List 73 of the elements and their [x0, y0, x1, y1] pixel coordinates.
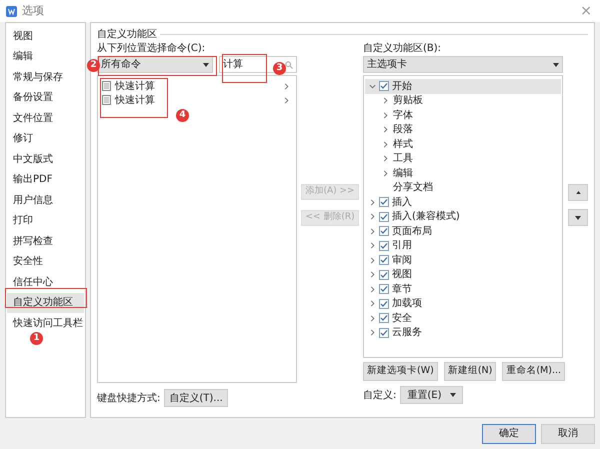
highlight-frame	[100, 78, 168, 118]
tree-item[interactable]: 章节	[365, 282, 561, 296]
caret-icon	[450, 393, 456, 397]
checkbox[interactable]	[379, 81, 389, 92]
checkbox[interactable]	[379, 255, 389, 266]
section-title: 自定义功能区	[97, 28, 157, 42]
window-title: 选项	[22, 2, 44, 19]
sidebar-item[interactable]: 输出PDF	[7, 170, 84, 190]
sidebar-item[interactable]: 编辑	[7, 46, 84, 67]
checkbox[interactable]	[379, 328, 389, 338]
field-label: 自定义功能区(B):	[363, 43, 442, 55]
tree-item[interactable]: 分享文档	[365, 180, 561, 195]
tree-item[interactable]: 插入	[365, 195, 561, 210]
checkbox[interactable]	[379, 240, 389, 251]
search-icon	[285, 60, 293, 68]
tree-item[interactable]: 审阅	[365, 253, 561, 268]
tree-item[interactable]: 视图	[365, 268, 561, 282]
sidebar-item[interactable]: 打印	[7, 210, 84, 231]
checkbox[interactable]	[379, 212, 389, 222]
sidebar-item[interactable]: 常规与保存	[7, 67, 84, 88]
source-dropdown[interactable]: 所有命令	[97, 56, 213, 73]
sidebar-item[interactable]: 文件位置	[7, 108, 84, 128]
tree-item[interactable]: 剪贴板	[365, 94, 561, 108]
caret-icon	[575, 216, 581, 220]
caret-icon	[553, 62, 559, 66]
chevron-down-icon[interactable]	[369, 82, 376, 90]
ribbon-dropdown[interactable]: 主选项卡	[363, 56, 563, 73]
checkbox[interactable]	[379, 226, 389, 236]
tree-item[interactable]: 云服务	[365, 326, 561, 340]
tree-item[interactable]: 页面布局	[365, 224, 561, 238]
tree-item[interactable]: 字体	[365, 108, 561, 122]
tree-item[interactable]: 引用	[365, 238, 561, 253]
cancel-button[interactable]: 取消	[541, 424, 595, 444]
tree-item[interactable]: 工具	[365, 152, 561, 166]
customize-label: 自定义:	[363, 388, 396, 402]
reset-button[interactable]: 重置(E)	[400, 386, 462, 404]
command-item[interactable]: 快速计算	[98, 93, 296, 107]
tree-item[interactable]: 加载项	[365, 296, 561, 311]
checkbox[interactable]	[379, 298, 389, 309]
tree-item[interactable]: 安全	[365, 311, 561, 326]
step-badge: 2	[87, 59, 100, 72]
tree-item[interactable]: 样式	[365, 137, 561, 152]
checkbox[interactable]	[379, 284, 389, 294]
tree-item[interactable]: 开始	[365, 79, 561, 94]
field-label: 从下列位置选择命令(C):	[97, 43, 206, 55]
app-logo-icon	[6, 6, 17, 16]
ribbon-action-button[interactable]: 重命名(M)...	[502, 362, 566, 381]
checkbox[interactable]	[379, 270, 389, 280]
sidebar-item[interactable]: 拼写检查	[7, 231, 84, 252]
highlight-frame	[222, 54, 267, 83]
sidebar-item[interactable]: 视图	[7, 26, 84, 46]
shortcut-label: 键盘快捷方式:	[97, 392, 160, 406]
sidebar-item[interactable]: 安全性	[7, 252, 84, 272]
sidebar-item[interactable]: 备份设置	[7, 88, 84, 108]
sidebar-item[interactable]: 信任中心	[7, 272, 84, 292]
ribbon-action-button[interactable]: 新建选项卡(W)	[363, 362, 438, 381]
sidebar-item[interactable]: 自定义功能区	[7, 292, 84, 313]
sidebar-item[interactable]: 用户信息	[7, 190, 84, 210]
tree-item[interactable]: 编辑	[365, 166, 561, 180]
tree-item[interactable]: 插入(兼容模式)	[365, 210, 561, 224]
ok-button[interactable]: 确定	[482, 424, 536, 444]
customize-shortcut-button[interactable]: 自定义(T)...	[164, 389, 228, 407]
checkbox[interactable]	[379, 313, 389, 324]
tree-item[interactable]: 段落	[365, 122, 561, 137]
caret-icon	[203, 62, 209, 66]
sidebar-item[interactable]: 中文版式	[7, 149, 84, 170]
ribbon-action-button[interactable]: 新建组(N)	[444, 362, 496, 381]
caret-up-icon	[576, 191, 580, 194]
move-down-button[interactable]	[568, 209, 588, 226]
sidebar-item[interactable]: 快速访问工具栏	[7, 313, 84, 334]
checkbox[interactable]	[379, 197, 389, 208]
sidebar-item[interactable]: 修订	[7, 128, 84, 149]
command-item[interactable]: 快速计算	[98, 79, 296, 93]
